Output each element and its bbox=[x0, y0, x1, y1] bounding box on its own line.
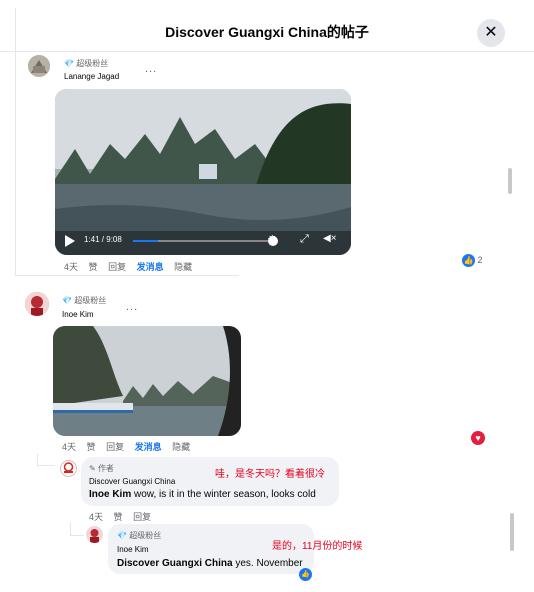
comment-text: Discover Guangxi China yes. November bbox=[117, 558, 303, 569]
avatar[interactable] bbox=[25, 292, 49, 316]
page-avatar[interactable] bbox=[60, 460, 77, 477]
building-icon bbox=[28, 55, 50, 77]
badge-label: 超级粉丝 bbox=[76, 59, 109, 68]
pencil-icon: ✎ bbox=[89, 464, 96, 473]
message-button[interactable]: 发消息 bbox=[137, 262, 164, 272]
user-name[interactable]: Inoe Kim bbox=[62, 310, 94, 319]
comments-dialog: Discover Guangxi China的帖子 ✕ 💎 超级粉丝 Lanan… bbox=[0, 0, 534, 592]
badge: 💎 超级粉丝 bbox=[64, 58, 108, 69]
badge-label: 超级粉丝 bbox=[74, 296, 107, 305]
reply-actions: 4天 赞 回复 bbox=[89, 510, 159, 523]
reply-connector bbox=[70, 522, 71, 536]
diamond-icon: 💎 bbox=[64, 59, 74, 68]
comment-text: Inoe Kim wow, is it in the winter season… bbox=[89, 489, 316, 500]
translation-annotation: 是的，11月份的时候 bbox=[272, 541, 363, 552]
author-badge: ✎ 作者 bbox=[89, 463, 114, 474]
like-button[interactable]: 赞 bbox=[89, 262, 98, 272]
river-photo bbox=[53, 326, 241, 436]
hide-button[interactable]: 隐藏 bbox=[174, 262, 192, 272]
reply-button[interactable]: 回复 bbox=[106, 442, 124, 452]
timestamp: 4天 bbox=[62, 442, 77, 452]
reply-button[interactable]: 回复 bbox=[108, 262, 126, 272]
post-actions: 4天 赞 回复 发消息 隐藏 bbox=[62, 440, 198, 453]
thread-line bbox=[15, 8, 16, 276]
avatar[interactable] bbox=[86, 526, 103, 543]
badge: 💎 超级粉丝 bbox=[117, 530, 161, 541]
like-button[interactable]: 赞 bbox=[114, 512, 123, 522]
divider bbox=[15, 275, 239, 276]
like-reaction-icon[interactable]: 👍 bbox=[299, 568, 312, 581]
more-options-button[interactable]: ... bbox=[126, 301, 138, 313]
translation-annotation: 哇，是冬天吗？看着很冷 bbox=[215, 469, 325, 480]
like-button[interactable]: 赞 bbox=[87, 442, 96, 452]
like-reaction-icon: 👍 bbox=[462, 254, 475, 267]
dialog-title: Discover Guangxi China的帖子 bbox=[165, 24, 369, 40]
settings-icon[interactable]: ⚙ bbox=[267, 233, 278, 247]
scrollbar-thumb[interactable] bbox=[510, 513, 514, 551]
badge: 💎 超级粉丝 bbox=[62, 295, 106, 306]
comment-body: yes. November bbox=[235, 558, 303, 569]
avatar[interactable] bbox=[28, 55, 50, 77]
reply-button[interactable]: 回复 bbox=[133, 512, 151, 522]
reaction-count[interactable]: 👍 2 bbox=[462, 254, 483, 267]
page-logo-icon bbox=[60, 460, 77, 477]
diamond-icon: 💎 bbox=[117, 531, 127, 540]
reply-connector bbox=[70, 535, 84, 536]
user-name[interactable]: Inoe Kim bbox=[117, 545, 149, 554]
hide-button[interactable]: 隐藏 bbox=[172, 442, 190, 452]
more-options-button[interactable]: ... bbox=[145, 63, 157, 75]
timestamp: 4天 bbox=[89, 512, 104, 522]
video-frame bbox=[55, 89, 351, 255]
message-button[interactable]: 发消息 bbox=[135, 442, 162, 452]
scrollbar-thumb[interactable] bbox=[508, 168, 512, 194]
photo[interactable] bbox=[53, 326, 241, 436]
mention[interactable]: Discover Guangxi China bbox=[117, 558, 233, 569]
video-player[interactable] bbox=[55, 89, 351, 255]
person-photo bbox=[86, 526, 103, 543]
heart-reaction-icon[interactable]: ♥ bbox=[471, 431, 485, 445]
reaction-number: 2 bbox=[477, 255, 483, 265]
post-actions: 4天 赞 回复 发消息 隐藏 bbox=[64, 260, 200, 273]
timestamp: 4天 bbox=[64, 262, 79, 272]
person-photo bbox=[25, 292, 49, 316]
badge-label: 作者 bbox=[97, 464, 114, 473]
reply-connector bbox=[37, 465, 55, 466]
badge-label: 超级粉丝 bbox=[129, 531, 162, 540]
fullscreen-icon[interactable]: ⤢ bbox=[300, 233, 309, 246]
comment-body: wow, is it in the winter season, looks c… bbox=[134, 489, 316, 500]
diamond-icon: 💎 bbox=[62, 296, 72, 305]
mention[interactable]: Inoe Kim bbox=[89, 489, 131, 500]
video-time: 1:41 / 9:08 bbox=[84, 235, 122, 244]
close-button[interactable]: ✕ bbox=[477, 19, 505, 47]
user-name[interactable]: Lanange Jagad bbox=[64, 72, 119, 81]
volume-icon[interactable]: ◀× bbox=[323, 233, 337, 244]
page-name[interactable]: Discover Guangxi China bbox=[89, 477, 175, 486]
